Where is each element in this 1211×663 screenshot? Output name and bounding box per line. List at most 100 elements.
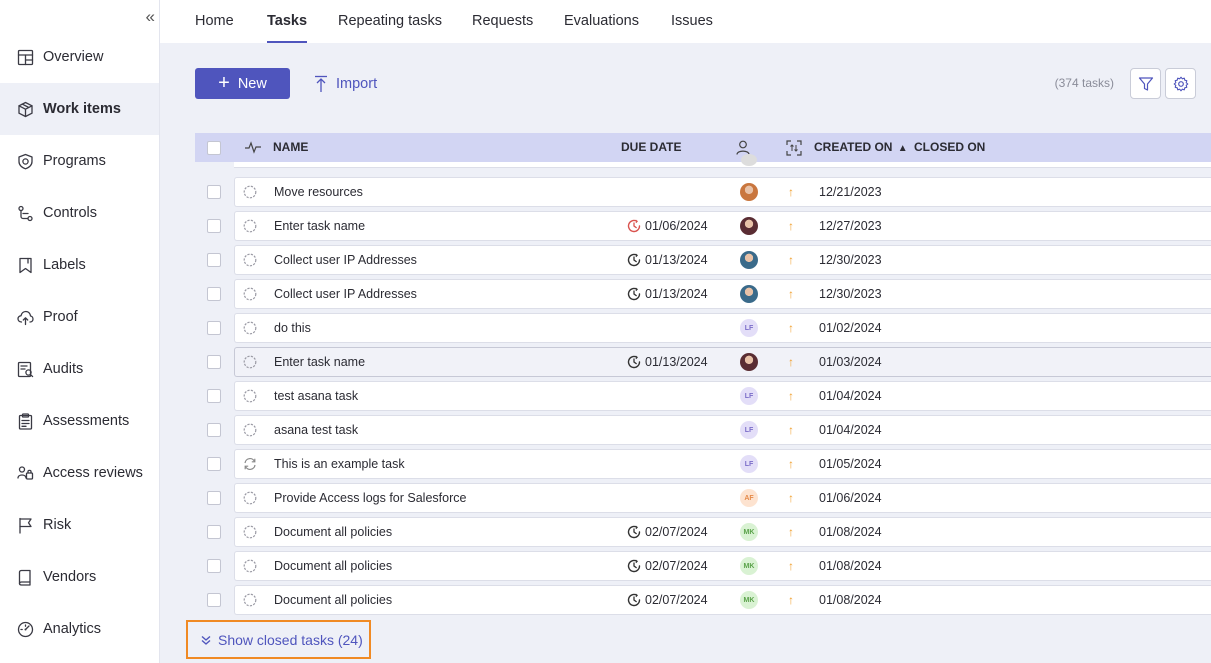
sidebar-item-analytics[interactable]: Analytics	[0, 603, 159, 655]
task-name[interactable]: Enter task name	[274, 212, 365, 240]
status-circle-icon[interactable]	[243, 559, 257, 573]
status-circle-icon[interactable]	[243, 185, 257, 199]
priority-up-icon: ↑	[788, 219, 794, 233]
row-checkbox[interactable]	[207, 219, 221, 233]
status-circle-icon[interactable]	[243, 491, 257, 505]
avatar[interactable]	[740, 285, 758, 303]
tab-issues[interactable]: Issues	[671, 0, 713, 43]
avatar[interactable]	[740, 183, 758, 201]
sidebar-item-label: Analytics	[43, 621, 102, 637]
avatar[interactable]: LF	[740, 387, 758, 405]
avatar[interactable]	[740, 217, 758, 235]
collapse-sidebar-icon[interactable]: «	[146, 8, 155, 25]
row-checkbox[interactable]	[207, 491, 221, 505]
status-circle-icon[interactable]	[243, 525, 257, 539]
task-name[interactable]: Document all policies	[274, 518, 392, 546]
task-name[interactable]: Enter task name	[274, 348, 365, 376]
avatar[interactable]: MK	[740, 557, 758, 575]
row-checkbox[interactable]	[207, 321, 221, 335]
select-all-checkbox[interactable]	[207, 141, 221, 155]
status-circle-icon[interactable]	[243, 287, 257, 301]
sidebar-item-assessments[interactable]: Assessments	[0, 395, 159, 447]
row-checkbox[interactable]	[207, 423, 221, 437]
sidebar-item-proof[interactable]: Proof	[0, 291, 159, 343]
row-checkbox[interactable]	[207, 457, 221, 471]
row-checkbox[interactable]	[207, 559, 221, 573]
sidebar-item-audits[interactable]: Audits	[0, 343, 159, 395]
new-task-button[interactable]: + New	[195, 68, 290, 99]
row-checkbox[interactable]	[207, 185, 221, 199]
task-name[interactable]: Collect user IP Addresses	[274, 246, 417, 274]
table-row[interactable]: do this LF ↑ 01/02/2024	[234, 313, 1211, 343]
sidebar-item-controls[interactable]: Controls	[0, 187, 159, 239]
repeat-status-icon[interactable]	[243, 457, 257, 471]
sidebar-item-labels[interactable]: Labels	[0, 239, 159, 291]
status-circle-icon[interactable]	[243, 219, 257, 233]
table-row[interactable]: Enter task name 01/06/2024 ↑ 12/27/2023	[234, 211, 1211, 241]
row-checkbox[interactable]	[207, 253, 221, 267]
table-row[interactable]: Collect user IP Addresses 01/13/2024 ↑ 1…	[234, 279, 1211, 309]
import-button[interactable]: Import	[314, 72, 377, 96]
sidebar-item-work-items[interactable]: Work items	[0, 83, 159, 135]
status-circle-icon[interactable]	[243, 423, 257, 437]
table-row-partial	[234, 154, 1211, 168]
avatar[interactable]: MK	[740, 591, 758, 609]
priority-column-icon[interactable]	[786, 140, 802, 156]
tab-evaluations[interactable]: Evaluations	[564, 0, 639, 43]
avatar[interactable]: LF	[740, 421, 758, 439]
avatar[interactable]: MK	[740, 523, 758, 541]
status-circle-icon[interactable]	[243, 355, 257, 369]
table-row[interactable]: Collect user IP Addresses 01/13/2024 ↑ 1…	[234, 245, 1211, 275]
task-name[interactable]: Document all policies	[274, 586, 392, 614]
sidebar-item-access-reviews[interactable]: Access reviews	[0, 447, 159, 499]
sidebar-item-risk[interactable]: Risk	[0, 499, 159, 551]
avatar[interactable]: LF	[740, 319, 758, 337]
column-created-on-header[interactable]: CREATED ON ▲	[814, 133, 908, 162]
table-row[interactable]: Move resources ↑ 12/21/2023	[234, 177, 1211, 207]
task-name[interactable]: This is an example task	[274, 450, 405, 478]
tab-repeating-tasks[interactable]: Repeating tasks	[338, 0, 442, 43]
table-row[interactable]: Document all policies 02/07/2024 MK ↑ 01…	[234, 517, 1211, 547]
table-row[interactable]: Provide Access logs for Salesforce AF ↑ …	[234, 483, 1211, 513]
table-row[interactable]: Document all policies 02/07/2024 MK ↑ 01…	[234, 551, 1211, 581]
tab-requests[interactable]: Requests	[472, 0, 533, 43]
sidebar-item-vendors[interactable]: Vendors	[0, 551, 159, 603]
status-circle-icon[interactable]	[243, 593, 257, 607]
row-checkbox[interactable]	[207, 389, 221, 403]
filter-button[interactable]	[1130, 68, 1161, 99]
column-name-header[interactable]: NAME	[273, 133, 308, 162]
task-name[interactable]: test asana task	[274, 382, 358, 410]
task-name[interactable]: Provide Access logs for Salesforce	[274, 484, 466, 512]
row-checkbox[interactable]	[207, 525, 221, 539]
sidebar-item-overview[interactable]: Overview	[0, 31, 159, 83]
status-circle-icon[interactable]	[243, 389, 257, 403]
row-checkbox[interactable]	[207, 355, 221, 369]
column-due-date-header[interactable]: DUE DATE	[621, 133, 681, 162]
avatar[interactable]: LF	[740, 455, 758, 473]
task-name[interactable]: do this	[274, 314, 311, 342]
show-closed-tasks-button[interactable]: Show closed tasks (24)	[186, 620, 371, 659]
table-row[interactable]: This is an example task LF ↑ 01/05/2024	[234, 449, 1211, 479]
assignee-icon[interactable]	[736, 140, 750, 155]
tab-home[interactable]: Home	[195, 0, 234, 43]
avatar[interactable]	[740, 251, 758, 269]
tab-tasks[interactable]: Tasks	[267, 0, 308, 43]
sidebar-item-programs[interactable]: Programs	[0, 135, 159, 187]
table-row[interactable]: test asana task LF ↑ 01/04/2024	[234, 381, 1211, 411]
task-name[interactable]: Document all policies	[274, 552, 392, 580]
avatar[interactable]	[740, 353, 758, 371]
task-name[interactable]: Collect user IP Addresses	[274, 280, 417, 308]
avatar[interactable]: AF	[740, 489, 758, 507]
column-closed-on-header[interactable]: CLOSED ON	[914, 133, 985, 162]
row-checkbox[interactable]	[207, 287, 221, 301]
activity-icon[interactable]	[245, 141, 261, 154]
table-row[interactable]: asana test task LF ↑ 01/04/2024	[234, 415, 1211, 445]
table-row[interactable]: Document all policies 02/07/2024 MK ↑ 01…	[234, 585, 1211, 615]
task-name[interactable]: Move resources	[274, 178, 363, 206]
status-circle-icon[interactable]	[243, 321, 257, 335]
settings-button[interactable]	[1165, 68, 1196, 99]
table-row[interactable]: Enter task name 01/13/2024 ↑ 01/03/2024	[234, 347, 1211, 377]
status-circle-icon[interactable]	[243, 253, 257, 267]
row-checkbox[interactable]	[207, 593, 221, 607]
task-name[interactable]: asana test task	[274, 416, 358, 444]
